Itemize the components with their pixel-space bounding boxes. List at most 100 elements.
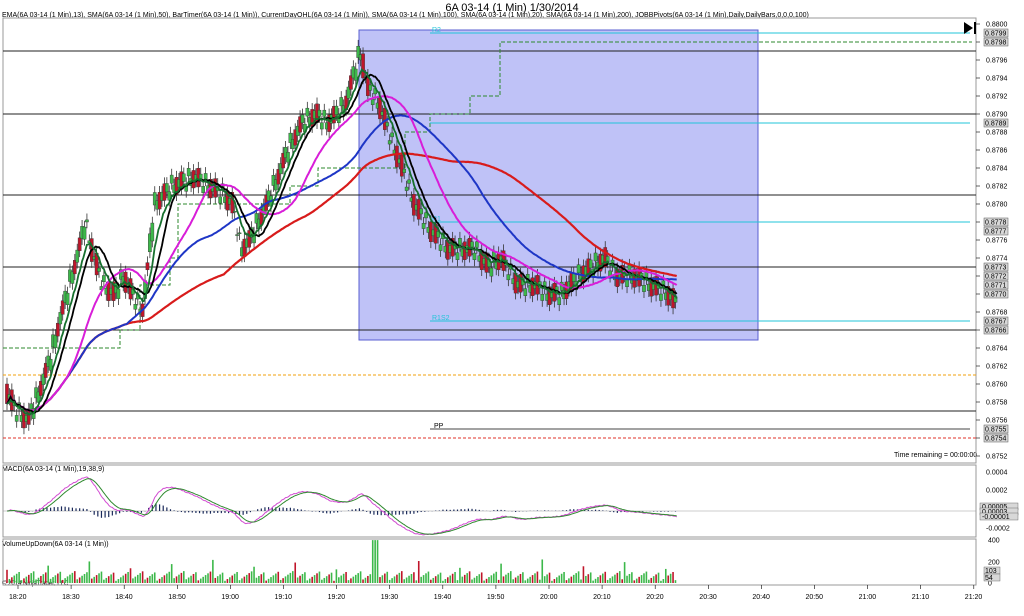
candle-body — [458, 237, 462, 246]
time-tick-label: 19:20 — [328, 594, 346, 601]
pivot-label-r2: R2 — [432, 27, 441, 34]
time-tick-label: 19:50 — [487, 594, 505, 601]
candle-body — [65, 292, 70, 305]
candle-body — [286, 152, 290, 163]
candle-body — [145, 262, 150, 271]
price-tick-label: 0.8780 — [986, 202, 1008, 209]
price-tick-label: 0.8782 — [986, 184, 1008, 191]
price-tick-label: 0.8752 — [986, 454, 1008, 461]
candle-body — [186, 168, 191, 177]
macd-tag-label: -0.00001 — [982, 514, 1010, 521]
time-tick-label: 18:30 — [62, 594, 80, 601]
candle-body — [339, 97, 344, 107]
candle-body — [102, 275, 106, 282]
candle-body — [383, 107, 387, 130]
candle-body — [489, 267, 494, 277]
time-tick-label: 20:00 — [540, 594, 558, 601]
candle-body — [588, 259, 593, 269]
macd-signal-line — [7, 478, 677, 535]
candle-body — [53, 335, 58, 348]
candle-body — [659, 293, 663, 301]
candle-body — [334, 105, 339, 115]
price-tick-label: 0.8786 — [986, 148, 1008, 155]
candle-body — [438, 244, 443, 251]
candle-body — [404, 186, 409, 191]
time-tick-label: 18:40 — [115, 594, 133, 601]
price-tick-label: 0.8788 — [986, 130, 1008, 137]
candle-body — [399, 154, 404, 177]
candle-body — [419, 208, 423, 215]
candle-body — [48, 358, 53, 371]
candle-body — [56, 322, 60, 337]
candle-body — [378, 97, 382, 120]
price-tick-label: 0.8774 — [986, 256, 1008, 263]
price-tag-label: 0.8754 — [985, 436, 1007, 443]
candle-body — [557, 297, 562, 306]
price-tick-label: 0.8776 — [986, 238, 1008, 245]
play-end-icon[interactable] — [964, 22, 976, 34]
candle-body — [150, 222, 155, 242]
price-tick-label: 0.8796 — [986, 58, 1008, 65]
price-tag-label: 0.8777 — [985, 229, 1007, 236]
candle-body — [77, 237, 82, 251]
time-tick-label: 19:30 — [381, 594, 399, 601]
price-tick-label: 0.8762 — [986, 364, 1008, 371]
candle-body — [85, 219, 89, 223]
candle-body — [182, 173, 186, 182]
macd-line — [6, 476, 678, 536]
price-tick-label: 0.8764 — [986, 346, 1008, 353]
time-tick-label: 20:20 — [646, 594, 664, 601]
candle-body — [133, 304, 138, 310]
candle-body — [165, 183, 169, 193]
candle-body — [421, 223, 426, 229]
candle-body — [305, 107, 310, 117]
time-tick-label: 19:00 — [221, 594, 239, 601]
price-tick-label: 0.8760 — [986, 382, 1008, 389]
candle-body — [353, 68, 358, 81]
chart-svg[interactable]: R2R1R1S2PP 0.88000.87980.87960.87940.879… — [0, 0, 1024, 616]
pivot-label-r1s2-low: R1S2 — [432, 315, 450, 322]
macd-panel-frame — [2, 464, 977, 538]
candle-body — [395, 145, 399, 168]
price-tick-label: 0.8768 — [986, 310, 1008, 317]
candle-body — [300, 114, 305, 124]
price-tag-label: 0.8767 — [985, 319, 1007, 326]
price-tag-label: 0.8766 — [985, 328, 1007, 335]
candle-body — [317, 109, 322, 117]
time-tick-label: 20:40 — [752, 594, 770, 601]
candle-body — [97, 267, 101, 272]
candle-body — [128, 278, 133, 300]
candle-body — [82, 226, 87, 240]
candle-body — [218, 196, 222, 204]
price-tick-label: 0.8790 — [986, 112, 1008, 119]
candle-body — [455, 252, 460, 261]
candle-body — [116, 288, 121, 299]
price-tag-label: 0.8772 — [985, 274, 1007, 281]
candle-body — [235, 234, 239, 236]
time-tick-label: 19:10 — [275, 594, 293, 601]
time-tick-label: 19:40 — [434, 594, 452, 601]
volume-tick-label: 200 — [988, 560, 1000, 567]
candle-body — [368, 84, 373, 91]
candle-body — [385, 122, 390, 127]
price-tag-label: 0.8755 — [985, 427, 1007, 434]
candle-body — [390, 132, 394, 138]
macd-tick-label: 0.0004 — [986, 470, 1008, 477]
candle-body — [523, 288, 528, 297]
candle-body — [402, 168, 407, 173]
price-tick-label: 0.8758 — [986, 400, 1008, 407]
candle-body — [322, 109, 327, 117]
price-tag-label: 0.8798 — [985, 40, 1007, 47]
price-tag-label: 0.8771 — [985, 283, 1007, 290]
candle-body — [232, 210, 237, 213]
price-tick-label: 0.8756 — [986, 418, 1008, 425]
volume-tag-label: 54 — [985, 575, 993, 582]
macd-tick-label: -0.0002 — [986, 526, 1010, 533]
time-tick-label: 18:50 — [168, 594, 186, 601]
candle-body — [475, 241, 479, 248]
candle-body — [237, 232, 242, 235]
price-tick-label: 0.8800 — [986, 22, 1008, 29]
candle-body — [407, 179, 411, 184]
price-tag-label: 0.8799 — [985, 31, 1007, 38]
candle-body — [387, 140, 392, 145]
